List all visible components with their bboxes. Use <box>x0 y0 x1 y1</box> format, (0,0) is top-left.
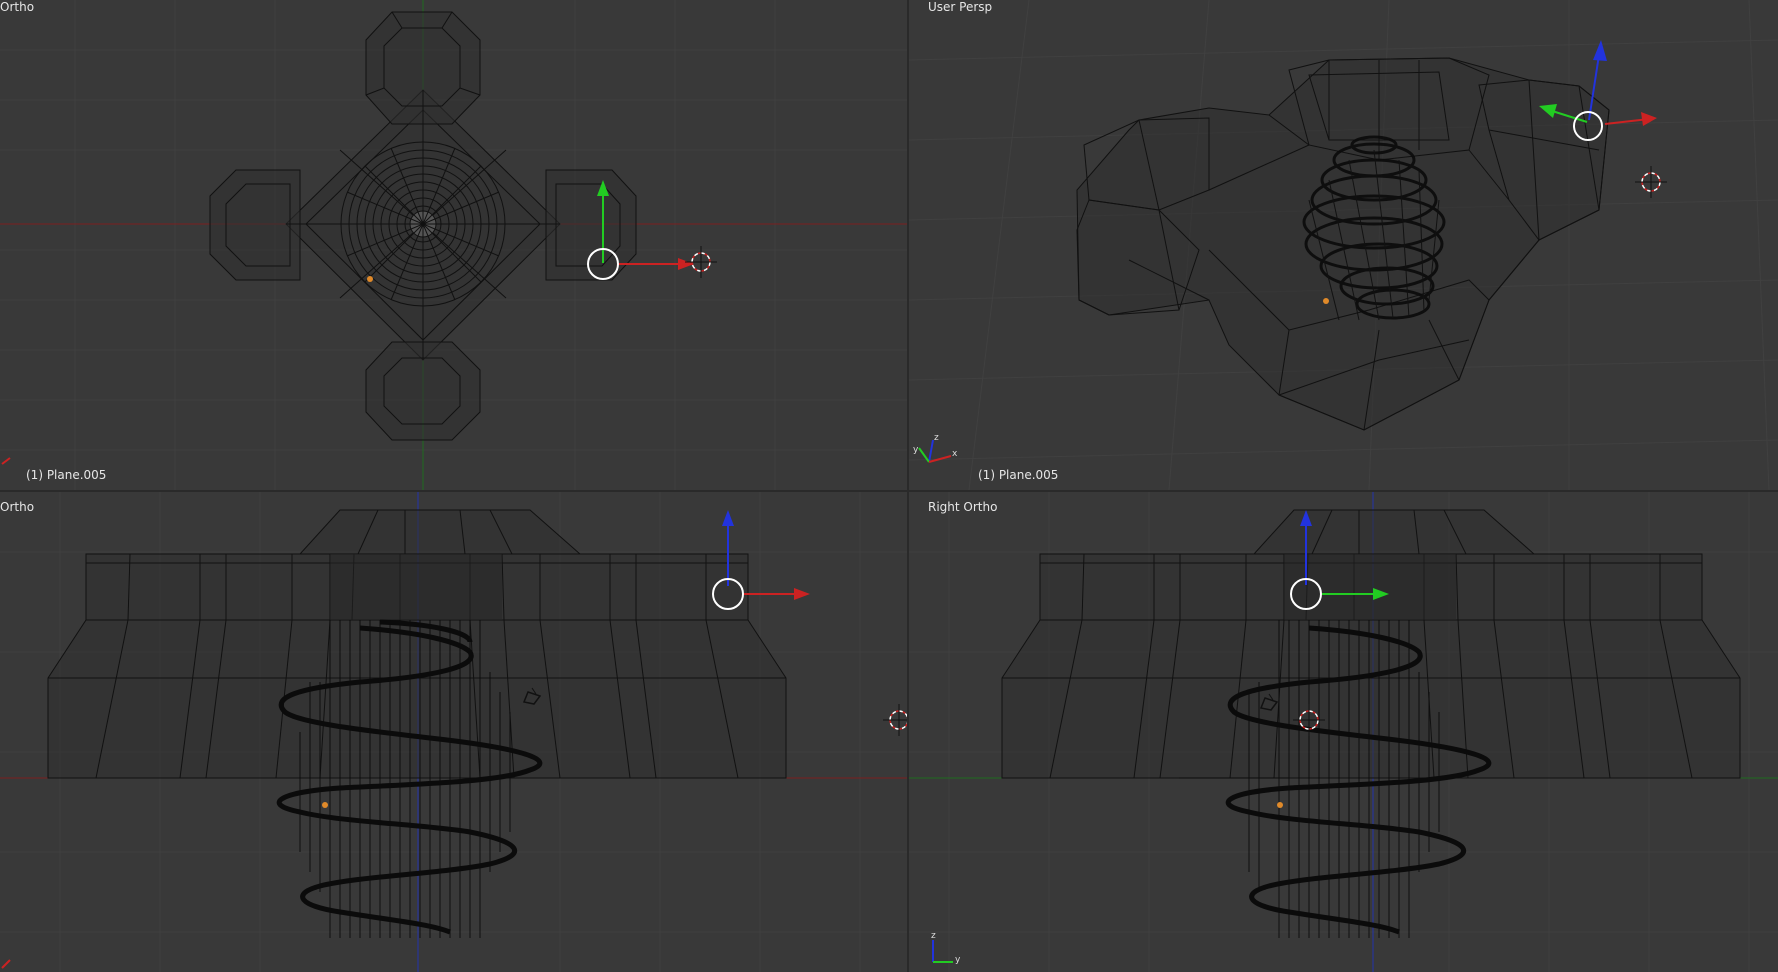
viewport-front-ortho-canvas[interactable] <box>0 492 907 972</box>
viewport-user-persp[interactable]: z y x User Persp (1) Plane.005 <box>909 0 1778 490</box>
x-arrow-handle[interactable] <box>794 588 810 600</box>
object-origin-dot <box>1277 802 1283 808</box>
viewport-title: Ortho <box>0 500 35 514</box>
viewport-title: Ortho <box>0 0 35 14</box>
gizmo-y-label: y <box>913 445 919 455</box>
x-arrow-handle[interactable] <box>1641 112 1657 126</box>
axis-gizmo: z y x <box>913 433 958 463</box>
object-origin-dot <box>322 802 328 808</box>
axis-gizmo: z y <box>931 931 961 965</box>
viewport-user-persp-canvas[interactable]: z y x <box>909 0 1778 490</box>
gizmo-y-label: y <box>955 955 961 965</box>
object-origin-dot <box>367 276 373 282</box>
active-object-label: (1) Plane.005 <box>978 468 1059 482</box>
viewport-top-ortho[interactable]: Ortho (1) Plane.005 <box>0 0 907 490</box>
mesh-wireframe-top[interactable] <box>209 11 637 441</box>
3d-cursor[interactable] <box>1635 166 1667 198</box>
3d-cursor[interactable] <box>685 246 717 278</box>
z-arrow-handle[interactable] <box>722 510 734 526</box>
3d-cursor[interactable] <box>883 704 907 736</box>
axis-gizmo <box>1 457 11 465</box>
viewport-divider-horizontal[interactable] <box>0 490 1778 492</box>
gizmo-z-label: z <box>934 433 939 443</box>
viewport-top-ortho-canvas[interactable] <box>0 0 907 490</box>
viewport-divider-vertical[interactable] <box>907 0 909 972</box>
viewport-right-ortho-canvas[interactable]: z y <box>909 492 1778 972</box>
gizmo-z-label: z <box>931 931 936 941</box>
viewport-front-ortho[interactable]: Ortho <box>0 492 907 972</box>
object-origin-dot <box>1323 298 1329 304</box>
viewport-title: Right Ortho <box>928 500 998 514</box>
active-object-label: (1) Plane.005 <box>26 468 107 482</box>
gizmo-x-label: x <box>952 449 958 459</box>
z-arrow-handle[interactable] <box>1593 40 1607 61</box>
viewport-right-ortho[interactable]: z y Right Ortho <box>909 492 1778 972</box>
viewport-title: User Persp <box>928 0 993 14</box>
axis-gizmo <box>1 959 11 969</box>
